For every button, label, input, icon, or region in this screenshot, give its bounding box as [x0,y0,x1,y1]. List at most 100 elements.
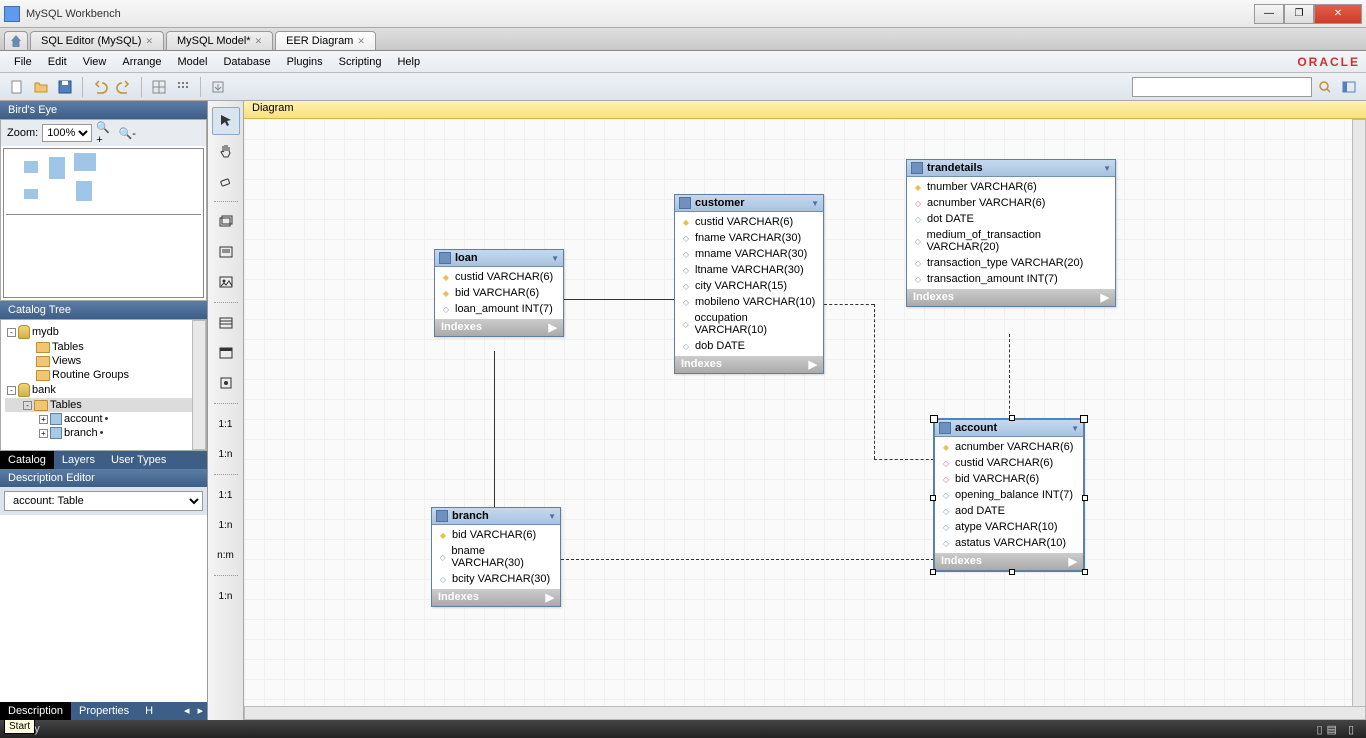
tab-user-types[interactable]: User Types [103,451,174,469]
menu-scripting[interactable]: Scripting [331,54,390,70]
undo-button[interactable] [89,76,111,98]
close-icon[interactable]: ✕ [255,36,263,47]
tool-rel-nm[interactable]: n:m [212,541,240,569]
tool-note[interactable] [212,238,240,266]
sidebar-toggle-button[interactable] [1338,76,1360,98]
close-icon[interactable]: ✕ [357,36,365,47]
grid-toggle-button[interactable] [148,76,170,98]
indexes-section[interactable]: Indexes▶ [435,319,563,336]
indexes-section[interactable]: Indexes▶ [675,356,823,373]
entity-column[interactable]: occupation VARCHAR(10) [675,310,823,338]
tool-rel-11-id[interactable]: 1:1 [212,481,240,509]
tab-layers[interactable]: Layers [54,451,103,469]
tree-row[interactable]: Tables [5,340,202,354]
entity-column[interactable]: ltname VARCHAR(30) [675,262,823,278]
entity-column[interactable]: bcity VARCHAR(30) [432,571,560,587]
tree-expander-icon[interactable]: - [7,328,16,337]
expand-icon[interactable]: ▶ [549,321,557,334]
entity-header[interactable]: trandetails▼ [907,160,1115,177]
home-tab[interactable] [4,31,28,50]
entity-account[interactable]: account▼acnumber VARCHAR(6)custid VARCHA… [934,419,1084,571]
tree-row[interactable]: Views [5,354,202,368]
entity-header[interactable]: loan▼ [435,250,563,267]
entity-column[interactable]: custid VARCHAR(6) [675,214,823,230]
scrollbar-horizontal[interactable] [244,706,1366,720]
collapse-icon[interactable]: ▼ [811,199,819,208]
entity-branch[interactable]: branch▼bid VARCHAR(6)bname VARCHAR(30)bc… [431,507,561,607]
entity-column[interactable]: custid VARCHAR(6) [435,269,563,285]
indexes-section[interactable]: Indexes▶ [432,589,560,606]
menu-help[interactable]: Help [389,54,428,70]
tab-nav-left[interactable]: ◂ [180,702,194,720]
zoom-in-button[interactable]: 🔍+ [96,124,114,142]
tool-rel-1n-existing[interactable]: 1:n [212,582,240,610]
tree-row[interactable]: +account • [5,412,202,426]
selection-handle[interactable] [930,569,936,575]
export-button[interactable] [207,76,229,98]
selection-handle[interactable] [1009,415,1015,421]
tab-nav-right[interactable]: ▸ [193,702,207,720]
entity-column[interactable]: transaction_type VARCHAR(20) [907,255,1115,271]
close-icon[interactable]: ✕ [145,36,153,47]
description-select[interactable]: account: Table [4,491,203,511]
doctab-sql-editor[interactable]: SQL Editor (MySQL)✕ [30,31,164,50]
entity-trandetails[interactable]: trandetails▼ tnumber VARCHAR(6)acnumber V… [906,159,1116,307]
tab-properties[interactable]: Properties [71,702,137,720]
collapse-icon[interactable]: ▼ [1103,164,1111,173]
menu-file[interactable]: File [6,54,40,70]
collapse-icon[interactable]: ▼ [548,512,556,521]
tree-expander-icon[interactable]: + [39,415,48,424]
tool-routine[interactable] [212,369,240,397]
expand-icon[interactable]: ▶ [1069,555,1077,568]
collapse-icon[interactable]: ▼ [551,254,559,263]
entity-loan[interactable]: loan▼custid VARCHAR(6)bid VARCHAR(6)loan… [434,249,564,337]
menu-arrange[interactable]: Arrange [114,54,169,70]
entity-column[interactable]: acnumber VARCHAR(6) [907,195,1115,211]
doctab-eer-diagram[interactable]: EER Diagram✕ [275,31,376,50]
selection-handle[interactable] [1082,569,1088,575]
entity-column[interactable]: mname VARCHAR(30) [675,246,823,262]
entity-column[interactable]: custid VARCHAR(6) [935,455,1083,471]
open-file-button[interactable] [30,76,52,98]
menu-model[interactable]: Model [170,54,216,70]
entity-column[interactable]: bid VARCHAR(6) [935,471,1083,487]
tool-layer[interactable] [212,208,240,236]
tool-view[interactable] [212,339,240,367]
entity-column[interactable]: tnumber VARCHAR(6) [907,179,1115,195]
scrollbar[interactable] [192,320,206,450]
entity-column[interactable]: loan_amount INT(7) [435,301,563,317]
selection-handle[interactable] [1009,569,1015,575]
tool-rel-1n-id[interactable]: 1:n [212,511,240,539]
selection-handle[interactable] [1082,495,1088,501]
tab-description[interactable]: Description [0,702,71,720]
entity-column[interactable]: mobileno VARCHAR(10) [675,294,823,310]
expand-icon[interactable]: ▶ [809,358,817,371]
minimize-button[interactable]: — [1254,4,1284,24]
entity-column[interactable]: dob DATE [675,338,823,354]
tab-catalog[interactable]: Catalog [0,451,54,469]
entity-column[interactable]: city VARCHAR(15) [675,278,823,294]
expand-icon[interactable]: ▶ [546,591,554,604]
maximize-button[interactable]: ❐ [1284,4,1314,24]
search-button[interactable] [1314,76,1336,98]
tree-row[interactable]: +branch • [5,426,202,440]
tree-row[interactable]: -bank [5,382,202,398]
save-button[interactable] [54,76,76,98]
entity-column[interactable]: dot DATE [907,211,1115,227]
tool-select[interactable] [212,107,240,135]
indexes-section[interactable]: Indexes▶ [907,289,1115,306]
collapse-icon[interactable]: ▼ [1071,424,1079,433]
menu-edit[interactable]: Edit [40,54,75,70]
selection-handle[interactable] [930,495,936,501]
diagram-area[interactable]: Diagram loan▼custid VARCHAR(6)bid VARCHA… [244,101,1366,720]
canvas[interactable]: loan▼custid VARCHAR(6)bid VARCHAR(6)loan… [244,119,1366,720]
tool-table[interactable] [212,309,240,337]
tree-expander-icon[interactable]: - [23,401,32,410]
scrollbar-vertical[interactable] [1352,119,1366,720]
catalog-tree[interactable]: -mydbTablesViewsRoutine Groups-bank-Tabl… [1,320,206,450]
tree-row[interactable]: -mydb [5,324,202,340]
description-body[interactable] [0,515,207,702]
zoom-out-button[interactable]: 🔍- [118,124,136,142]
tool-rel-1n[interactable]: 1:n [212,440,240,468]
tool-eraser[interactable] [212,167,240,195]
